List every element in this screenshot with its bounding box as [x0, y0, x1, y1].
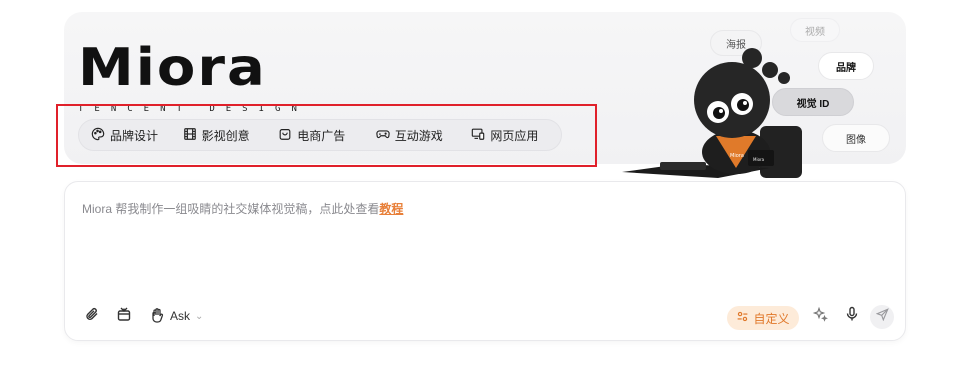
customize-label: 自定义 — [753, 311, 790, 326]
mascot-laptop-label: Miora — [753, 157, 765, 162]
chevron-down-icon: ⌄ — [195, 310, 204, 322]
tag-video[interactable]: 视频 — [790, 18, 840, 42]
ask-label: Ask — [170, 309, 191, 323]
paperclip-icon — [84, 306, 100, 327]
sparkle-icon — [812, 306, 828, 327]
prompt-text: Miora 帮我制作一组吸睛的社交媒体视觉稿，点此处查看 — [82, 202, 380, 216]
toggle-settings-icon — [736, 310, 749, 326]
voice-input-button[interactable] — [843, 306, 861, 327]
mascot-shirt-label: Miora — [730, 153, 744, 159]
template-button[interactable] — [115, 307, 133, 325]
tag-image[interactable]: 图像 — [822, 124, 890, 152]
hand-icon — [149, 307, 165, 326]
send-button[interactable] — [870, 305, 894, 329]
logo-wordmark: Miora — [78, 37, 267, 98]
tag-brand[interactable]: 品牌 — [818, 52, 874, 80]
prompt-input-card[interactable]: Miora 帮我制作一组吸睛的社交媒体视觉稿，点此处查看教程 Ask ⌄ 自定义 — [64, 181, 906, 341]
page: Miora TENCENT DESIGN 品牌设计 影视创意 电商广告 互动游戏… — [0, 0, 960, 368]
ask-mode-selector[interactable]: Ask ⌄ — [149, 307, 203, 325]
send-icon — [875, 308, 889, 326]
attach-button[interactable] — [83, 307, 101, 325]
microphone-icon — [844, 306, 860, 327]
gift-box-icon — [116, 306, 132, 327]
customize-button[interactable]: 自定义 — [727, 306, 799, 330]
tutorial-link[interactable]: 教程 — [379, 202, 403, 216]
enhance-button[interactable] — [811, 306, 829, 327]
prompt-placeholder[interactable]: Miora 帮我制作一组吸睛的社交媒体视觉稿，点此处查看教程 — [82, 200, 403, 217]
mascot-illustration: Miora Miora — [620, 40, 820, 180]
highlight-box — [56, 104, 597, 167]
